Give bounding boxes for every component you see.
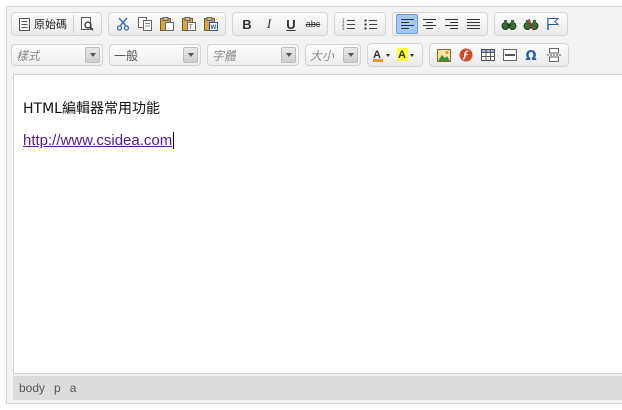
paste-button[interactable] xyxy=(156,14,178,34)
numbered-list-icon: 123 xyxy=(342,18,356,31)
page-break-icon xyxy=(547,48,561,62)
text-cursor xyxy=(173,132,175,149)
align-center-icon xyxy=(422,18,436,30)
toolbar-group-basicstyles: B I U abc xyxy=(232,12,328,36)
align-left-icon xyxy=(400,18,414,30)
element-path-bar: body p a xyxy=(13,376,622,400)
paste-text-icon: T xyxy=(182,17,196,31)
html-editor: 原始碼 T W B I U abc 1 2 3 樣式 一般 字體 大小 A A … xyxy=(6,6,622,404)
align-left-button[interactable] xyxy=(396,14,418,34)
anchor-button[interactable] xyxy=(542,14,564,34)
source-icon xyxy=(19,17,30,31)
copy-button[interactable] xyxy=(134,14,156,34)
path-item-body[interactable]: body xyxy=(19,381,45,395)
text-color-icon: A xyxy=(373,48,393,62)
table-icon xyxy=(481,49,495,61)
size-combo-label: 大小 xyxy=(310,48,335,63)
justify-button[interactable] xyxy=(462,14,484,34)
text-color-button[interactable]: A xyxy=(371,45,395,65)
horizontal-rule-button[interactable] xyxy=(499,45,521,65)
paste-icon xyxy=(160,17,174,31)
horizontal-rule-icon xyxy=(503,49,517,61)
preview-button[interactable] xyxy=(76,14,98,34)
toolbar-group-document: 原始碼 xyxy=(11,12,102,36)
unlink-icon xyxy=(523,17,539,31)
source-label: 原始碼 xyxy=(34,18,67,31)
toolbar-group-align xyxy=(392,12,488,36)
bulleted-list-icon xyxy=(364,18,378,31)
numbered-list-button[interactable]: 123 xyxy=(338,14,360,34)
font-combo-label: 字體 xyxy=(212,48,237,63)
svg-text:T: T xyxy=(189,25,193,31)
table-button[interactable] xyxy=(477,45,499,65)
chevron-down-icon xyxy=(281,47,296,63)
toolbar-row-1: 原始碼 T W B I U abc 1 2 3 xyxy=(11,11,574,37)
paste-word-button[interactable]: W xyxy=(200,14,222,34)
svg-text:A: A xyxy=(398,49,406,61)
source-button[interactable]: 原始碼 xyxy=(15,14,71,34)
size-combo[interactable]: 大小 xyxy=(305,44,361,66)
format-combo[interactable]: 一般 xyxy=(109,44,201,66)
underline-button[interactable]: U xyxy=(280,14,302,34)
anchor-icon xyxy=(546,17,560,31)
content-paragraph[interactable]: HTML編輯器常用功能 xyxy=(23,98,160,118)
content-link-line: http://www.csidea.com xyxy=(23,132,175,149)
special-char-button[interactable]: Ω xyxy=(521,45,543,65)
cut-button[interactable] xyxy=(112,14,134,34)
editing-area[interactable]: HTML編輯器常用功能 http://www.csidea.com xyxy=(13,74,622,374)
strike-button[interactable]: abc xyxy=(302,14,324,34)
style-combo-label: 樣式 xyxy=(16,48,41,63)
special-char-icon: Ω xyxy=(525,48,539,62)
toolbar-group-colors: A A xyxy=(367,43,423,67)
page-break-button[interactable] xyxy=(543,45,565,65)
bulleted-list-button[interactable] xyxy=(360,14,382,34)
content-link[interactable]: http://www.csidea.com xyxy=(23,132,172,149)
toolbar-group-insert: Ω xyxy=(429,43,569,67)
background-color-icon: A xyxy=(397,48,417,62)
bold-button[interactable]: B xyxy=(236,14,258,34)
align-right-icon xyxy=(444,18,458,30)
paste-word-icon: W xyxy=(204,17,218,31)
path-item-p[interactable]: p xyxy=(54,381,61,395)
toolbar-separator xyxy=(73,15,74,33)
copy-icon xyxy=(138,17,152,31)
path-item-a[interactable]: a xyxy=(70,381,77,395)
chevron-down-icon xyxy=(85,47,100,63)
cut-icon xyxy=(116,17,130,31)
toolbar-group-list: 123 xyxy=(334,12,386,36)
link-button[interactable] xyxy=(498,14,520,34)
justify-icon xyxy=(466,18,480,30)
image-icon xyxy=(437,48,451,62)
link-icon xyxy=(501,17,517,31)
chevron-down-icon xyxy=(343,47,358,63)
unlink-button[interactable] xyxy=(520,14,542,34)
format-combo-label: 一般 xyxy=(114,48,139,63)
image-button[interactable] xyxy=(433,45,455,65)
svg-text:3: 3 xyxy=(342,26,345,31)
svg-text:Ω: Ω xyxy=(526,49,537,62)
chevron-down-icon xyxy=(183,47,198,63)
paste-text-button[interactable]: T xyxy=(178,14,200,34)
italic-button[interactable]: I xyxy=(258,14,280,34)
preview-icon xyxy=(80,17,94,31)
align-center-button[interactable] xyxy=(418,14,440,34)
font-combo[interactable]: 字體 xyxy=(207,44,299,66)
svg-text:W: W xyxy=(211,25,217,31)
background-color-button[interactable]: A xyxy=(395,45,419,65)
style-combo[interactable]: 樣式 xyxy=(11,44,103,66)
toolbar-group-links xyxy=(494,12,568,36)
toolbar-group-clipboard: T W xyxy=(108,12,226,36)
flash-icon xyxy=(459,48,473,62)
flash-button[interactable] xyxy=(455,45,477,65)
toolbar-row-2: 樣式 一般 字體 大小 A A Ω xyxy=(11,42,575,68)
align-right-button[interactable] xyxy=(440,14,462,34)
